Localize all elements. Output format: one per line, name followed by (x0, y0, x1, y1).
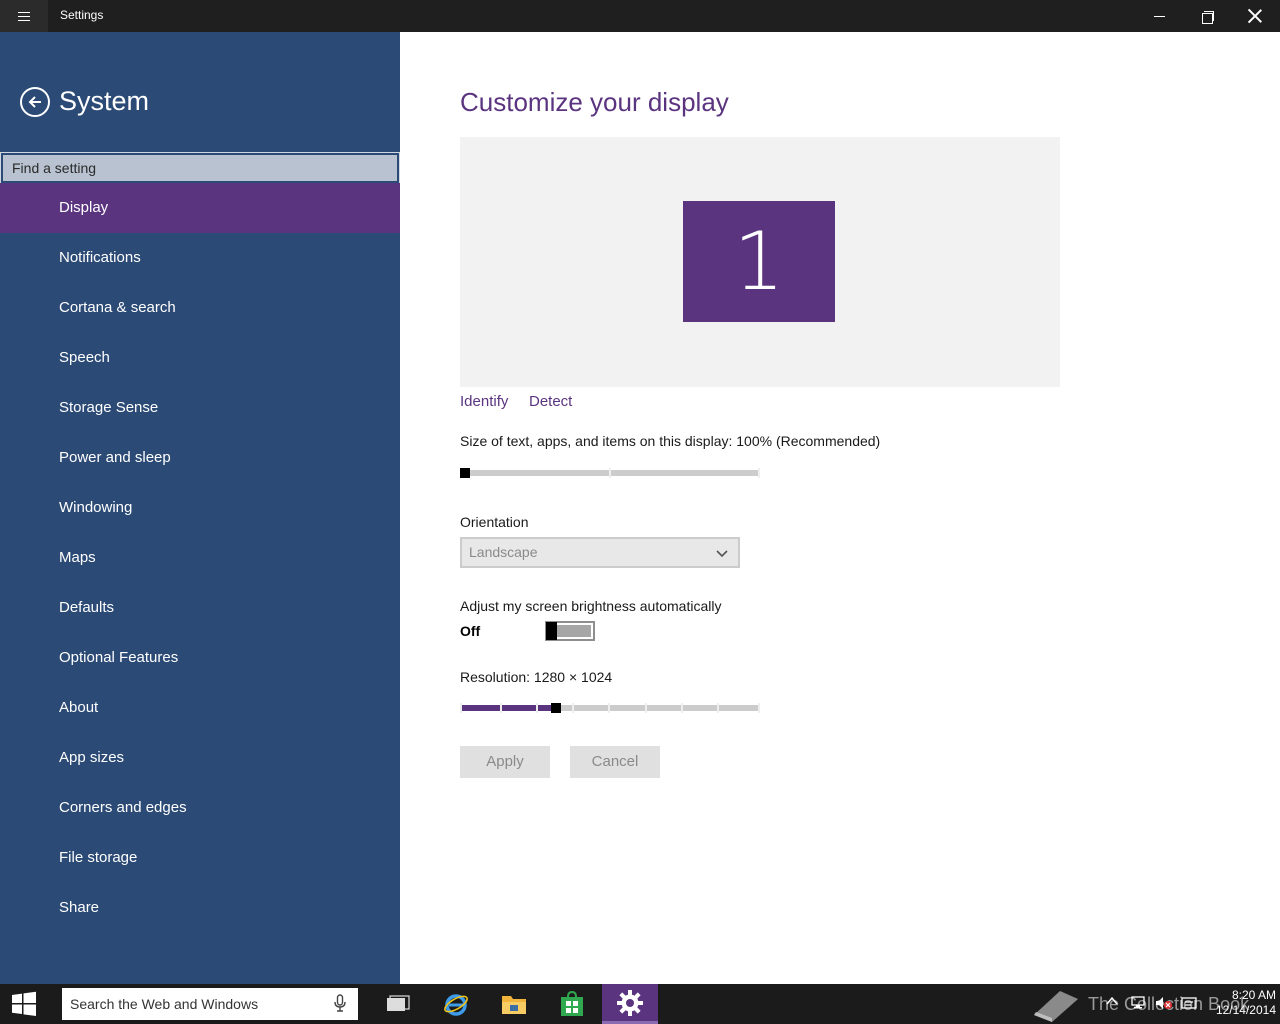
sidebar: System Display Notifications Cortana & s… (0, 32, 400, 984)
sidebar-item-display[interactable]: Display (0, 183, 400, 233)
slider-thumb[interactable] (551, 703, 561, 713)
slider-tick (645, 703, 647, 713)
slider-tick (717, 703, 719, 713)
sidebar-item-cortana-search[interactable]: Cortana & search (0, 283, 400, 333)
section-title: System (59, 86, 150, 116)
slider-tick (460, 703, 462, 713)
restore-button[interactable] (1184, 0, 1230, 32)
orientation-label: Orientation (460, 514, 529, 530)
sidebar-item-share[interactable]: Share (0, 883, 400, 933)
brightness-label: Adjust my screen brightness automaticall… (460, 598, 722, 614)
windows-logo-icon (12, 991, 36, 1016)
task-view-icon (387, 995, 410, 1011)
orientation-dropdown[interactable]: Landscape (460, 537, 740, 568)
clock-time: 8:20 AM (1231, 988, 1276, 1002)
action-center-icon[interactable] (1181, 996, 1197, 1010)
close-button[interactable] (1232, 0, 1278, 32)
title-bar: Settings (0, 0, 1280, 32)
store-bag-icon (561, 991, 583, 1016)
hamburger-icon (18, 11, 30, 21)
hamburger-menu-button[interactable] (0, 0, 48, 32)
book-logo-icon (1034, 991, 1078, 1022)
main-content: Customize your display 1 Identify Detect… (400, 32, 1280, 984)
sidebar-item-speech[interactable]: Speech (0, 333, 400, 383)
apply-button[interactable]: Apply (460, 746, 550, 778)
close-icon (1248, 9, 1262, 23)
chevron-down-icon (716, 550, 728, 558)
detect-link[interactable]: Detect (529, 393, 572, 410)
find-setting-input[interactable] (0, 152, 400, 184)
slider-tick (500, 703, 502, 713)
sidebar-item-app-sizes[interactable]: App sizes (0, 733, 400, 783)
scale-slider[interactable] (460, 468, 760, 478)
cancel-button[interactable]: Cancel (570, 746, 660, 778)
sidebar-item-about[interactable]: About (0, 683, 400, 733)
settings-app-button[interactable] (602, 984, 658, 1024)
restore-icon (1201, 10, 1214, 24)
show-hidden-icons-icon[interactable] (1106, 996, 1118, 1006)
slider-tick (758, 703, 760, 713)
orientation-value: Landscape (469, 544, 538, 560)
sidebar-item-corners-edges[interactable]: Corners and edges (0, 783, 400, 833)
sidebar-item-notifications[interactable]: Notifications (0, 233, 400, 283)
monitor-arrangement: 1 (460, 137, 1060, 387)
internet-explorer-button[interactable] (428, 984, 484, 1024)
taskbar-search-input[interactable] (62, 988, 358, 1020)
toggle-knob (546, 622, 557, 640)
volume-muted-icon[interactable] (1155, 996, 1173, 1010)
microphone-icon[interactable] (334, 994, 346, 1012)
slider-tick (609, 468, 611, 478)
back-arrow-icon (28, 96, 41, 108)
sidebar-item-power-sleep[interactable]: Power and sleep (0, 433, 400, 483)
slider-tick (536, 703, 538, 713)
slider-tick (758, 468, 760, 478)
identify-link[interactable]: Identify (460, 393, 508, 410)
file-explorer-button[interactable] (486, 984, 542, 1024)
sidebar-item-windowing[interactable]: Windowing (0, 483, 400, 533)
gear-icon (617, 989, 643, 1016)
slider-thumb[interactable] (460, 468, 470, 478)
internet-explorer-icon (444, 994, 468, 1016)
monitor-tile[interactable]: 1 (683, 201, 835, 322)
sidebar-item-defaults[interactable]: Defaults (0, 583, 400, 633)
minimize-icon (1153, 15, 1165, 17)
slider-tick (681, 703, 683, 713)
slider-tick (572, 703, 574, 713)
back-button[interactable] (20, 87, 50, 117)
sidebar-item-maps[interactable]: Maps (0, 533, 400, 583)
resolution-label: Resolution: 1280 × 1024 (460, 669, 613, 685)
scale-label: Size of text, apps, and items on this di… (460, 433, 881, 449)
sidebar-item-storage-sense[interactable]: Storage Sense (0, 383, 400, 433)
taskbar-clock[interactable]: 8:20 AM 12/14/2014 (1200, 988, 1276, 1018)
sidebar-item-optional-features[interactable]: Optional Features (0, 633, 400, 683)
store-button[interactable] (544, 984, 600, 1024)
sidebar-item-file-storage[interactable]: File storage (0, 833, 400, 883)
folder-icon (502, 996, 526, 1014)
sidebar-nav: Display Notifications Cortana & search S… (0, 183, 400, 933)
page-title: Customize your display (460, 87, 729, 117)
brightness-toggle[interactable] (545, 621, 595, 641)
brightness-state: Off (460, 623, 481, 639)
minimize-button[interactable] (1136, 0, 1182, 32)
window-title: Settings (60, 8, 104, 22)
clock-date: 12/14/2014 (1215, 1003, 1276, 1017)
start-button[interactable] (0, 984, 48, 1024)
slider-tick (608, 703, 610, 713)
resolution-slider[interactable] (460, 703, 760, 713)
slider-fill (460, 705, 556, 711)
taskbar: The Collection Book 8:20 AM 12/14/2014 (0, 984, 1280, 1024)
task-view-button[interactable] (370, 984, 426, 1024)
network-icon[interactable] (1130, 996, 1146, 1010)
